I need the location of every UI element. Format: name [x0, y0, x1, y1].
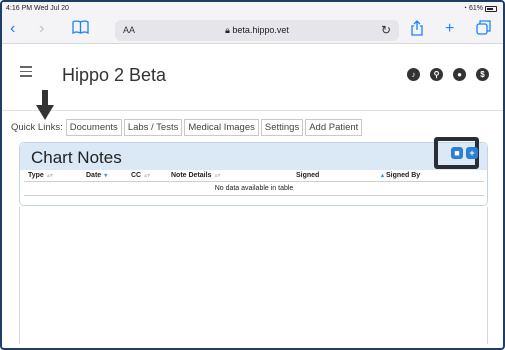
column-signed[interactable]: Signed — [292, 170, 374, 182]
column-signed-by[interactable]: ▴ Signed By — [374, 170, 484, 182]
new-tab-icon[interactable]: + — [445, 20, 454, 38]
quick-links: Quick Links: Documents Labs / Tests Medi… — [11, 118, 364, 136]
sort-asc-icon: ▴ — [381, 173, 385, 179]
back-icon[interactable]: ‹ — [10, 20, 15, 38]
column-type[interactable]: Type ▴▾ — [24, 170, 82, 182]
quick-link-settings[interactable]: Settings — [260, 118, 304, 136]
location-icon[interactable]: ● — [453, 68, 466, 81]
table-header-row: Type ▴▾ Date ▾ CC ▴▾ Note Details ▴▾ Signed … — [24, 170, 484, 182]
column-note-details[interactable]: Note Details ▴▾ — [167, 170, 292, 182]
header-actions: ♪ ⚲ ● $ — [407, 68, 489, 81]
search-icon[interactable]: ⚲ — [430, 68, 443, 81]
status-bar: 4:16 PM Wed Jul 20 ◔ 61% — [2, 2, 503, 16]
share-icon[interactable] — [411, 20, 423, 41]
screen-frame: 4:16 PM Wed Jul 20 ◔ 61% ‹ › AA 🔒︎ beta.… — [0, 0, 505, 350]
forward-icon[interactable]: › — [39, 20, 44, 38]
url-text: beta.hippo.vet — [232, 25, 289, 35]
battery-percent: 61% — [468, 5, 483, 12]
quick-link-documents[interactable]: Documents — [65, 118, 122, 136]
sort-icon: ▴▾ — [214, 173, 221, 179]
sort-icon: ▴▾ — [46, 173, 53, 179]
quick-link-medical-images[interactable]: Medical Images — [184, 118, 259, 136]
chart-notes-table: Type ▴▾ Date ▾ CC ▴▾ Note Details ▴▾ Signed … — [24, 170, 484, 196]
column-date[interactable]: Date ▾ — [82, 170, 127, 182]
wifi-icon: ◔ — [462, 5, 467, 12]
column-cc[interactable]: CC ▴▾ — [127, 170, 167, 182]
menu-icon[interactable] — [20, 66, 32, 80]
print-icon[interactable]: ■ — [451, 147, 463, 159]
empty-table-message: No data available in table — [24, 181, 484, 196]
table-row: No data available in table — [24, 181, 484, 196]
notifications-icon[interactable]: ♪ — [407, 68, 420, 81]
chart-notes-title: Chart Notes — [31, 148, 122, 167]
app-title: Hippo 2 Beta — [62, 65, 167, 85]
lock-icon: 🔒︎ — [225, 25, 230, 35]
app-header: Hippo 2 Beta ♪ ⚲ ● $ — [2, 45, 503, 111]
status-right: ◔ 61% — [463, 5, 497, 12]
safari-toolbar: ‹ › AA 🔒︎ beta.hippo.vet ↻ + — [2, 16, 503, 44]
reload-icon[interactable]: ↻ — [381, 23, 391, 37]
tabs-icon[interactable] — [476, 20, 491, 40]
chart-notes-header: Chart Notes — [20, 143, 487, 170]
sort-desc-icon: ▾ — [104, 173, 108, 179]
bookmarks-icon[interactable] — [72, 20, 89, 39]
quick-link-add-patient[interactable]: Add Patient — [305, 118, 363, 136]
quick-link-labs-tests[interactable]: Labs / Tests — [123, 118, 183, 136]
dollar-icon[interactable]: $ — [476, 68, 489, 81]
chart-notes-body — [19, 207, 488, 344]
pointer-arrow-icon — [36, 90, 54, 120]
address-bar[interactable]: AA 🔒︎ beta.hippo.vet ↻ — [115, 20, 399, 41]
battery-icon — [485, 5, 497, 12]
status-time: 4:16 PM Wed Jul 20 — [6, 5, 69, 12]
sort-icon: ▴▾ — [144, 173, 151, 179]
add-icon[interactable]: + — [466, 147, 478, 159]
url-host: 🔒︎ beta.hippo.vet — [115, 25, 399, 36]
quick-links-label: Quick Links: — [11, 121, 63, 133]
